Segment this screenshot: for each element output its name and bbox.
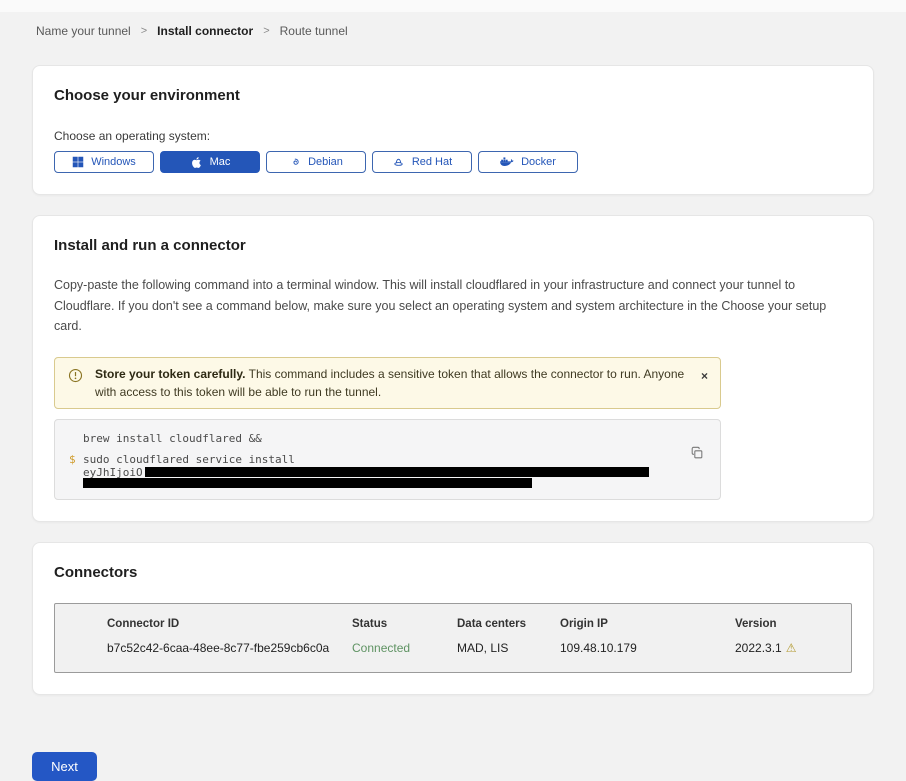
command-line-1: brew install cloudflared &&: [69, 431, 706, 446]
header-origin-ip: Origin IP: [560, 618, 735, 630]
copy-icon[interactable]: [690, 446, 704, 463]
install-connector-card: Install and run a connector Copy-paste t…: [32, 215, 874, 522]
token-prefix: eyJhIjoiO: [83, 467, 143, 478]
os-button-label: Debian: [308, 156, 343, 168]
header-data-centers: Data centers: [457, 618, 560, 630]
install-command-block: brew install cloudflared && $ sudo cloud…: [54, 419, 721, 500]
cell-version: 2022.3.1 ⚠: [735, 641, 831, 655]
redacted-token-bar: [145, 467, 649, 477]
table-row: b7c52c42-6caa-48ee-8c77-fbe259cb6c0a Con…: [107, 641, 831, 655]
os-button-row: Windows Mac Debian: [54, 151, 852, 173]
warning-bold-text: Store your token carefully.: [95, 367, 246, 381]
os-button-label: Docker: [521, 156, 556, 168]
windows-logo-icon: [72, 156, 84, 168]
command-text: brew install cloudflared &&: [83, 431, 262, 446]
connectors-card-title: Connectors: [54, 564, 852, 581]
os-button-docker[interactable]: Docker: [478, 151, 578, 173]
connectors-table: Connector ID Status Data centers Origin …: [54, 603, 852, 673]
shell-prompt: $: [69, 452, 83, 467]
alert-circle-icon: [68, 368, 83, 388]
os-select-label: Choose an operating system:: [54, 129, 852, 143]
main-content: Choose your environment Choose an operat…: [0, 65, 906, 781]
close-icon[interactable]: ×: [701, 370, 708, 382]
breadcrumb-separator: >: [141, 25, 147, 37]
os-button-label: Windows: [91, 156, 136, 168]
breadcrumb-step-name-tunnel[interactable]: Name your tunnel: [36, 24, 131, 38]
cell-origin-ip: 109.48.10.179: [560, 641, 735, 655]
debian-logo-icon: [289, 156, 301, 168]
os-button-debian[interactable]: Debian: [266, 151, 366, 173]
header-status: Status: [352, 618, 457, 630]
command-token-line: eyJhIjoiO: [69, 467, 706, 478]
environment-card-title: Choose your environment: [54, 87, 852, 104]
install-card-description: Copy-paste the following command into a …: [54, 275, 852, 337]
version-warning-icon: ⚠: [786, 641, 797, 655]
breadcrumb-separator: >: [263, 25, 269, 37]
command-line-2: $ sudo cloudflared service install: [69, 452, 706, 467]
next-button[interactable]: Next: [32, 752, 97, 781]
docker-logo-icon: [500, 157, 514, 168]
redacted-token-bar: [83, 478, 532, 488]
breadcrumb: Name your tunnel > Install connector > R…: [0, 12, 906, 38]
header-connector-id: Connector ID: [107, 618, 352, 630]
redhat-logo-icon: [392, 156, 405, 169]
top-strip: [0, 0, 906, 12]
breadcrumb-step-install-connector[interactable]: Install connector: [157, 24, 253, 38]
command-text: sudo cloudflared service install: [83, 452, 295, 467]
token-warning-banner: Store your token carefully. This command…: [54, 357, 721, 409]
prompt-spacer: [69, 431, 83, 446]
header-version: Version: [735, 618, 831, 630]
apple-logo-icon: [190, 156, 203, 169]
cell-data-centers: MAD, LIS: [457, 641, 560, 655]
cell-status: Connected: [352, 641, 457, 655]
choose-environment-card: Choose your environment Choose an operat…: [32, 65, 874, 195]
os-button-redhat[interactable]: Red Hat: [372, 151, 472, 173]
connectors-table-header: Connector ID Status Data centers Origin …: [107, 618, 831, 630]
os-button-label: Red Hat: [412, 156, 452, 168]
connectors-card: Connectors Connector ID Status Data cent…: [32, 542, 874, 695]
cell-connector-id: b7c52c42-6caa-48ee-8c77-fbe259cb6c0a: [107, 641, 352, 655]
os-button-mac[interactable]: Mac: [160, 151, 260, 173]
os-button-label: Mac: [210, 156, 231, 168]
command-token-line-2: [69, 478, 706, 488]
breadcrumb-step-route-tunnel[interactable]: Route tunnel: [280, 24, 348, 38]
os-button-windows[interactable]: Windows: [54, 151, 154, 173]
version-value: 2022.3.1: [735, 641, 782, 655]
install-card-title: Install and run a connector: [54, 237, 852, 254]
